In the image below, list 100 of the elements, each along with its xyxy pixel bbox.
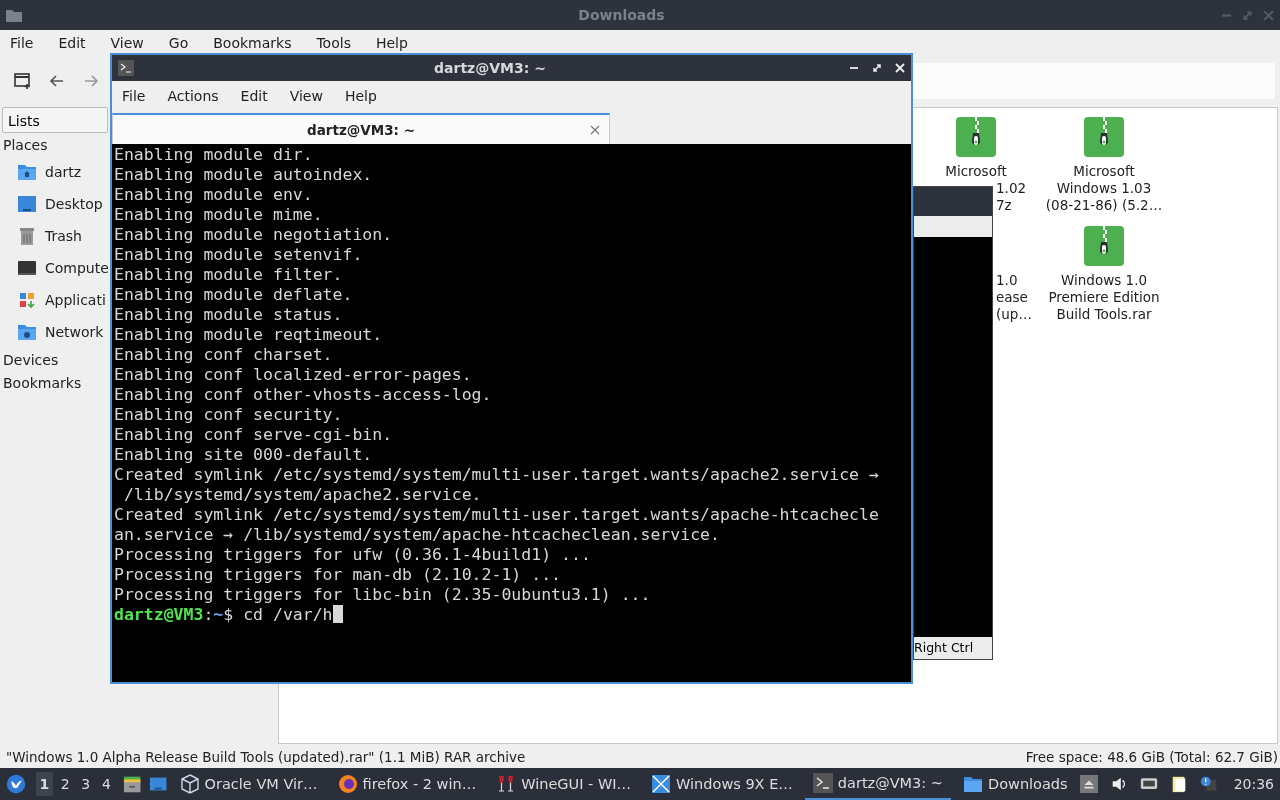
terminal-line: Enabling module deflate. (114, 285, 354, 305)
close-tab-icon[interactable] (590, 124, 600, 135)
file-name[interactable]: 1.0 (996, 272, 1018, 289)
menu-item[interactable]: Go (168, 34, 207, 51)
terminal-line: Created symlink /etc/systemd/system/multi-user.target.wants/apache-htcachecle (114, 505, 880, 525)
apps-icon (17, 290, 37, 310)
sidebar-item[interactable]: Compute (45, 260, 109, 276)
terminal-line: Enabling module status. (114, 305, 344, 325)
menu-item[interactable]: Help (344, 88, 377, 104)
menu-item[interactable]: Bookmarks (213, 34, 310, 51)
cube-icon (179, 774, 200, 794)
task-button[interactable]: Oracle VM Vir… (171, 768, 326, 800)
start-menu-icon[interactable] (6, 772, 27, 796)
folder-icon (963, 774, 983, 794)
file-name[interactable]: Microsoft (1073, 163, 1135, 180)
sidebar-item[interactable]: Network (45, 324, 104, 340)
free-space-text: Free space: 48.6 GiB (Total: 62.7 GiB) (1025, 749, 1278, 765)
terminal-line: Enabling site 000-default. (114, 445, 374, 465)
trash-icon (17, 226, 37, 246)
sidebar-item[interactable]: dartz (45, 164, 82, 180)
terminal-line: Enabling conf localized-error-pages. (114, 365, 473, 385)
network-folder-icon (17, 322, 37, 342)
computer-icon (17, 258, 37, 278)
section-heading[interactable]: Places (0, 133, 51, 156)
sidebar-item[interactable]: Trash (45, 228, 82, 244)
zip-archive-icon[interactable] (1084, 226, 1124, 266)
terminal-line: Enabling module reqtimeout. (114, 325, 384, 345)
terminal-tab[interactable]: dartz@VM3: ~ (112, 113, 610, 144)
file-name[interactable]: (08-21-86) (5.2… (1045, 197, 1163, 214)
file-name[interactable]: (up… (996, 306, 1032, 323)
home-folder-icon (17, 162, 37, 182)
terminal-line: Enabling module dir. (114, 145, 314, 165)
file-name[interactable]: Microsoft (945, 163, 1007, 180)
status-text: "Windows 1.0 Alpha Release Build Tools (updated).rar" (1.1 MiB) RAR archive (6, 749, 526, 765)
section-heading[interactable]: Bookmarks (0, 371, 85, 394)
eject-icon[interactable] (1079, 775, 1098, 793)
file-name[interactable]: Windows 1.03 (1056, 180, 1152, 197)
zip-archive-icon[interactable] (1084, 117, 1124, 157)
file-name[interactable]: Windows 1.0 (1061, 272, 1147, 289)
file-name[interactable]: Build Tools.rar (1056, 306, 1152, 323)
terminal-line: Enabling module env. (114, 185, 314, 205)
prompt-path: ~ (213, 605, 224, 624)
terminal-icon (812, 773, 833, 793)
terminal-line: /lib/systemd/system/apache2.service. (122, 485, 483, 505)
terminal-line: Enabling module negotiation. (114, 225, 394, 245)
firefox-icon (337, 774, 358, 794)
zip-archive-icon[interactable] (956, 117, 996, 157)
task-button[interactable]: firefox - 2 win… (329, 768, 485, 800)
workspace-button[interactable]: 2 (56, 772, 74, 796)
menu-item[interactable]: File (10, 34, 52, 51)
clock[interactable]: 20:36 (1233, 776, 1274, 792)
folder-icon (6, 8, 22, 22)
side-pane-dropdown[interactable]: Lists (2, 107, 108, 133)
command-text: $ cd /var/h (223, 605, 333, 624)
workspace-button[interactable]: 3 (77, 772, 95, 796)
desktop-icon (17, 194, 37, 214)
section-heading[interactable]: Devices (0, 348, 62, 371)
menu-item[interactable]: Edit (58, 34, 104, 51)
terminal-icon (118, 60, 134, 76)
menu-item[interactable]: Tools (316, 34, 369, 51)
terminal-line: Enabling conf other-vhosts-access-log. (114, 385, 493, 405)
task-button[interactable]: WineGUI - WI… (488, 768, 640, 800)
new-tab-icon[interactable] (14, 72, 32, 90)
file-name[interactable]: ease (996, 289, 1028, 306)
sidebar-item[interactable]: Desktop (45, 196, 103, 212)
terminal-line: Enabling conf serve-cgi-bin. (114, 425, 394, 445)
menu-item[interactable]: File (122, 88, 146, 104)
workspace-button[interactable]: 4 (98, 772, 115, 796)
terminal-line: Created symlink /etc/systemd/system/multi-user.target.wants/apache2.service → (114, 465, 880, 485)
host-key-text: Right Ctrl (914, 640, 975, 655)
menu-item[interactable]: Edit (240, 88, 268, 104)
terminal-line: Processing triggers for libc-bin (2.35-0ubuntu3.1) ... (114, 585, 652, 605)
menu-item[interactable]: Help (375, 34, 426, 51)
terminal-line: Enabling module mime. (114, 205, 324, 225)
terminal-line: Enabling conf charset. (114, 345, 334, 365)
file-name[interactable]: Premiere Edition (1048, 289, 1160, 306)
terminal-line: Enabling module setenvif. (114, 245, 364, 265)
notification-icon[interactable] (1199, 775, 1218, 793)
window-title: dartz@VM3: ~ (433, 60, 547, 76)
menu-item[interactable]: View (110, 34, 162, 51)
task-button[interactable]: Windows 9X E… (643, 768, 801, 800)
task-button[interactable]: Downloads (955, 768, 1076, 800)
terminal-line: Enabling module filter. (114, 265, 344, 285)
menu-item[interactable]: View (289, 88, 323, 104)
terminal-line: an.service → /lib/systemd/system/apache-htcacheclean.service. (114, 525, 721, 545)
task-button[interactable]: dartz@VM3: ~ (804, 768, 951, 800)
terminal-line: Enabling conf security. (114, 405, 344, 425)
terminal-line: Processing triggers for man-db (2.10.2-1) ... (114, 565, 563, 585)
file-name[interactable]: 7z (996, 197, 1012, 214)
prompt-user: dartz@VM3 (114, 605, 204, 624)
window-title: Downloads (577, 7, 666, 23)
file-name[interactable]: 1.02 (996, 180, 1027, 197)
terminal-line: Enabling module autoindex. (114, 165, 374, 185)
workspace-button[interactable]: 1 (36, 772, 53, 796)
window-icon (651, 774, 672, 794)
prompt-separator: : (203, 605, 214, 624)
location-field[interactable] (913, 63, 1275, 99)
terminal-line: Processing triggers for ufw (0.36.1-4build1) ... (114, 545, 592, 565)
menu-item[interactable]: Actions (167, 88, 219, 104)
sidebar-item[interactable]: Applicati (45, 292, 106, 308)
